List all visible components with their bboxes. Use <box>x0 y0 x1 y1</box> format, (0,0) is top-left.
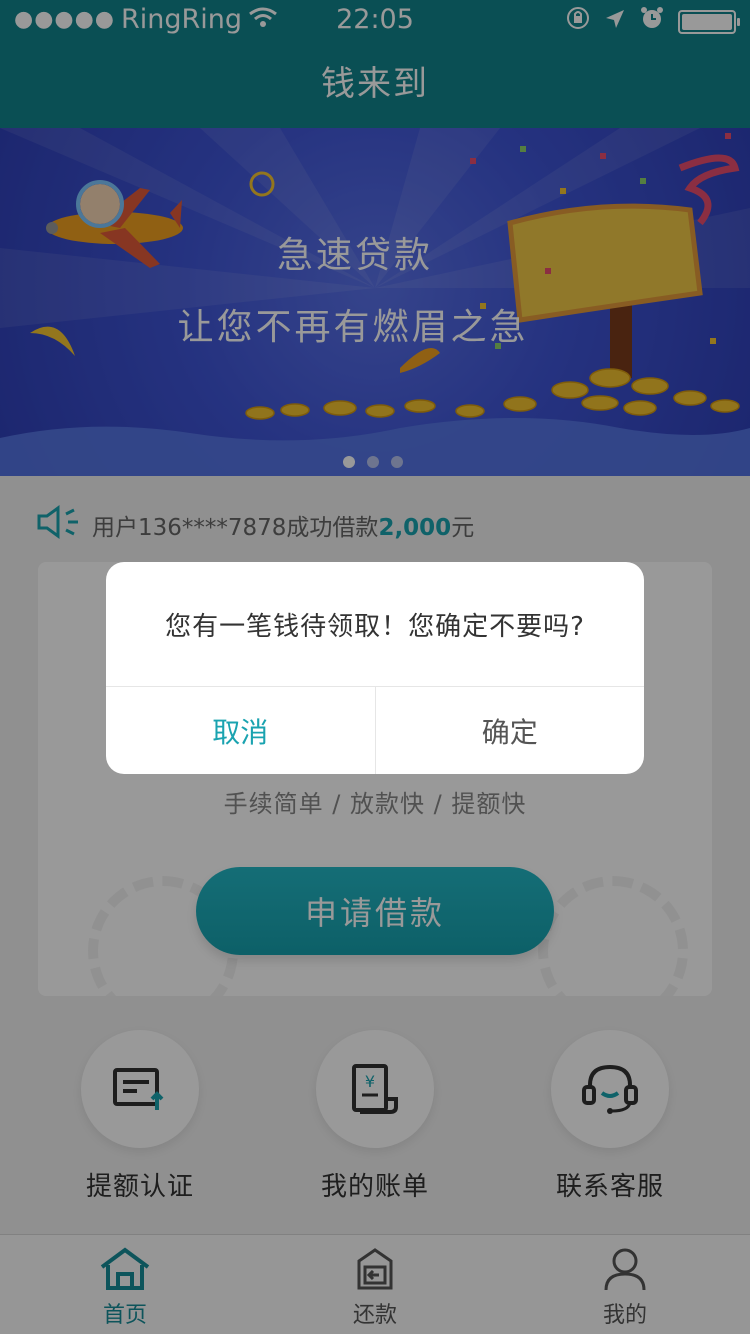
dialog-message: 您有一笔钱待领取！您确定不要吗? <box>106 562 644 687</box>
dialog-actions: 取消 确定 <box>106 687 644 774</box>
cancel-button[interactable]: 取消 <box>106 687 376 774</box>
confirm-dialog: 您有一笔钱待领取！您确定不要吗? 取消 确定 <box>106 562 644 774</box>
confirm-button[interactable]: 确定 <box>376 687 645 774</box>
